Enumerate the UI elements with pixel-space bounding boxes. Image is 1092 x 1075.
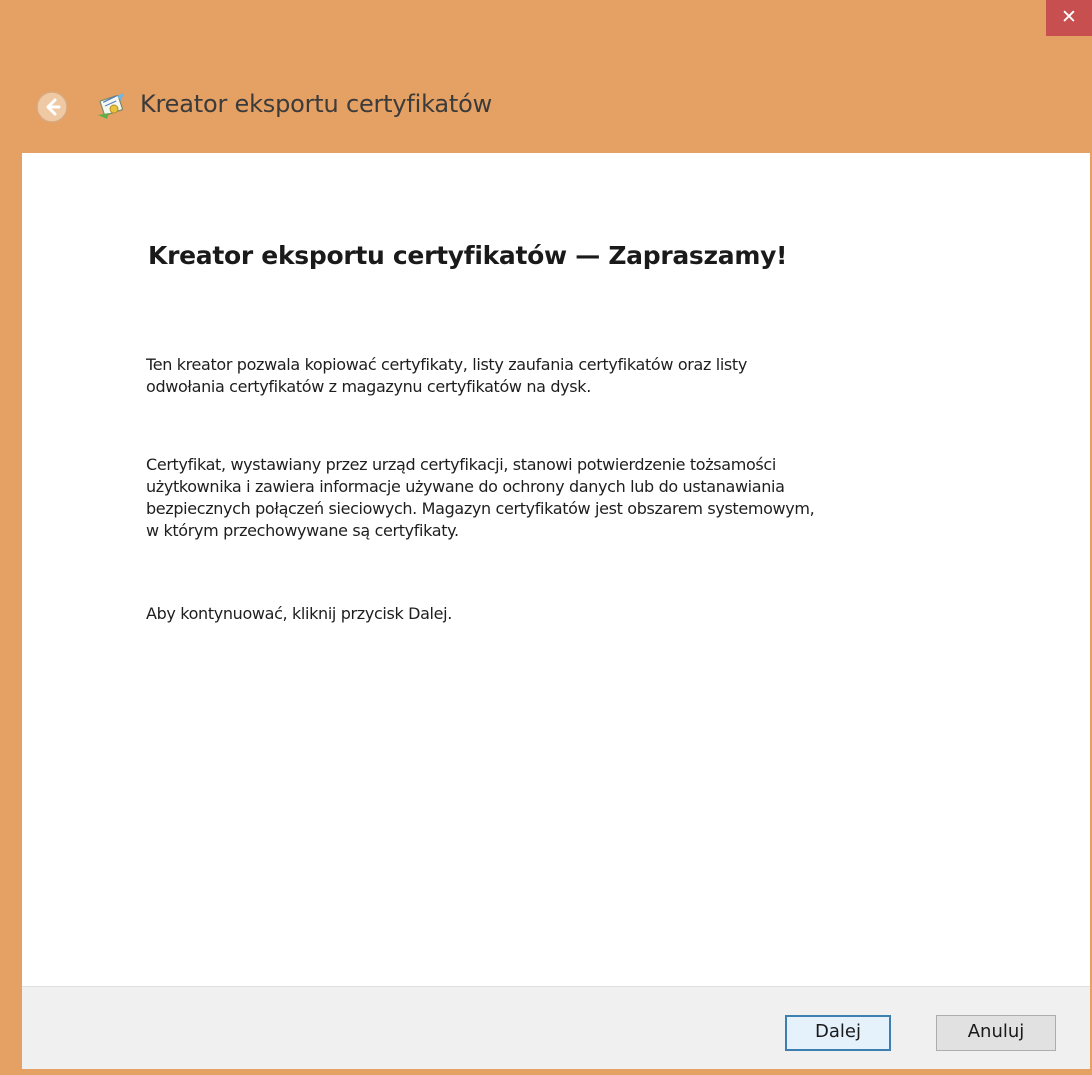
- next-button[interactable]: Dalej: [785, 1015, 891, 1051]
- back-arrow-icon: [36, 91, 68, 123]
- certificate-description-paragraph: Certyfikat, wystawiany przez urząd certy…: [146, 455, 815, 540]
- wizard-content: Kreator eksportu certyfikatów — Zaprasza…: [22, 153, 1090, 986]
- continue-instruction: Aby kontynuować, kliknij przycisk Dalej.: [146, 604, 452, 623]
- wizard-footer: Dalej Anuluj: [22, 986, 1090, 1069]
- intro-paragraph: Ten kreator pozwala kopiować certyfikaty…: [146, 355, 747, 396]
- wizard-title: Kreator eksportu certyfikatów: [140, 90, 493, 118]
- welcome-heading: Kreator eksportu certyfikatów — Zaprasza…: [148, 241, 788, 270]
- wizard-header: Kreator eksportu certyfikatów: [0, 82, 1092, 132]
- wizard-window: ✕ Kreator eksportu certyfikatów Kreator …: [0, 0, 1092, 1075]
- cancel-button[interactable]: Anuluj: [936, 1015, 1056, 1051]
- close-button[interactable]: ✕: [1046, 0, 1092, 36]
- close-icon: ✕: [1061, 6, 1077, 28]
- back-button[interactable]: [35, 90, 69, 124]
- certificate-wizard-icon: [93, 88, 131, 126]
